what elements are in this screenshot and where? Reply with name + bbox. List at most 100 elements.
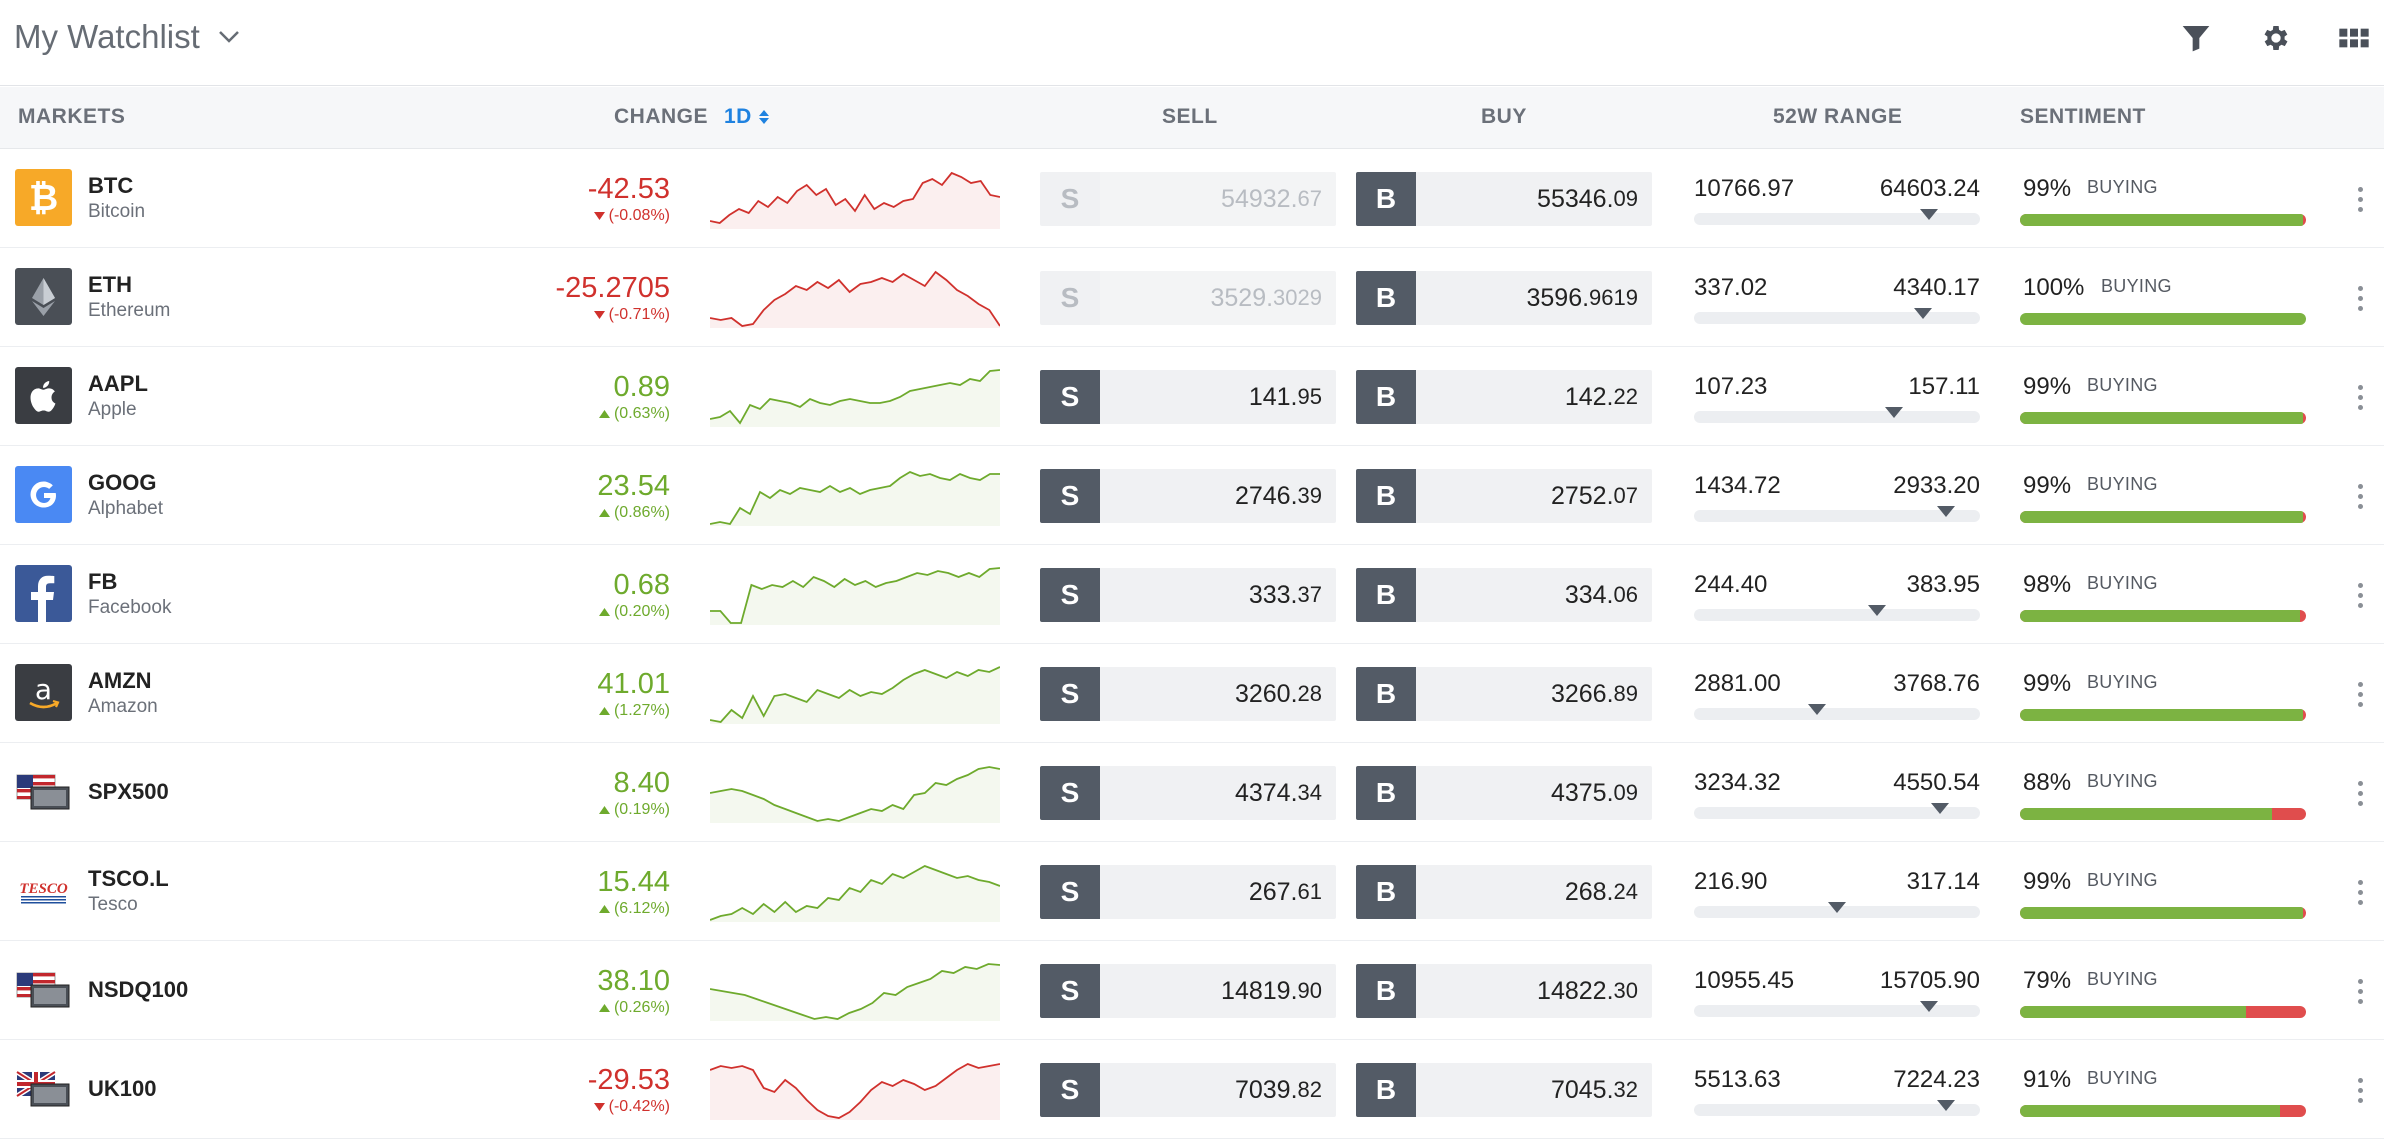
sell-label: S xyxy=(1040,568,1100,622)
buy-button[interactable]: B 7045. 32 xyxy=(1356,1063,1652,1117)
sparkline-area xyxy=(710,272,1000,328)
sell-button[interactable]: S 267. 61 xyxy=(1040,865,1336,919)
table-row[interactable]: ETH Ethereum -25.2705 (-0.71%) S 3529. 30… xyxy=(0,248,2384,347)
filter-icon[interactable] xyxy=(2178,20,2214,56)
sell-button[interactable]: S 4374. 34 xyxy=(1040,766,1336,820)
instrument-symbol[interactable]: SPX500 xyxy=(88,779,169,805)
table-row[interactable]: GOOG Alphabet 23.54 (0.86%) S 2746. 39 B … xyxy=(0,446,2384,545)
col-52w-range[interactable]: 52W RANGE xyxy=(1773,105,1902,129)
grid-icon[interactable] xyxy=(2336,20,2372,56)
buy-button[interactable]: B 2752. 07 xyxy=(1356,469,1652,523)
range-low: 244.40 xyxy=(1694,571,1768,598)
buy-price: 3596. 9619 xyxy=(1416,271,1652,325)
change-cell: 41.01 (1.27%) xyxy=(597,668,670,722)
more-options-icon[interactable] xyxy=(2350,773,2370,813)
arrow-up-icon xyxy=(598,806,610,814)
sparkline-area xyxy=(710,964,1000,1021)
col-sentiment[interactable]: SENTIMENT xyxy=(2020,105,2146,129)
sentiment-bar xyxy=(2020,511,2306,523)
table-row[interactable]: a AMZN Amazon 41.01 (1.27%) S 3260. 28 B … xyxy=(0,644,2384,743)
range-high: 2933.20 xyxy=(1893,472,1980,499)
range-marker xyxy=(1807,704,1826,715)
table-row[interactable]: TESCO TSCO.L Tesco 15.44 (6.12%) S 267. 6… xyxy=(0,842,2384,941)
sell-button[interactable]: S 54932. 67 xyxy=(1040,172,1336,226)
instrument-symbol[interactable]: FB xyxy=(88,569,117,595)
more-options-icon[interactable] xyxy=(2350,872,2370,912)
table-row[interactable]: SPX500 8.40 (0.19%) S 4374. 34 B 4375. 09 … xyxy=(0,743,2384,842)
more-options-icon[interactable] xyxy=(2350,971,2370,1011)
instrument-symbol[interactable]: NSDQ100 xyxy=(88,977,188,1003)
range-low: 1434.72 xyxy=(1694,472,1781,499)
buy-button[interactable]: B 4375. 09 xyxy=(1356,766,1652,820)
col-buy[interactable]: BUY xyxy=(1481,105,1527,129)
more-options-icon[interactable] xyxy=(2350,674,2370,714)
table-row[interactable]: FB Facebook 0.68 (0.20%) S 333. 37 B 334.… xyxy=(0,545,2384,644)
range-high: 7224.23 xyxy=(1893,1066,1980,1093)
sentiment-fill xyxy=(2020,313,2306,325)
instrument-symbol[interactable]: AAPL xyxy=(88,371,148,397)
arrow-up-icon xyxy=(598,707,610,715)
more-options-icon[interactable] xyxy=(2350,278,2370,318)
sell-button[interactable]: S 333. 37 xyxy=(1040,568,1336,622)
instrument-symbol[interactable]: GOOG xyxy=(88,470,156,496)
more-options-icon[interactable] xyxy=(2350,179,2370,219)
more-options-icon[interactable] xyxy=(2350,476,2370,516)
col-markets[interactable]: MARKETS xyxy=(18,105,125,129)
table-row[interactable]: AAPL Apple 0.89 (0.63%) S 141. 95 B 142. 2… xyxy=(0,347,2384,446)
instrument-name: Alphabet xyxy=(88,498,164,519)
range-marker xyxy=(1885,407,1904,418)
instrument-symbol[interactable]: ETH xyxy=(88,272,132,298)
sentiment-fill xyxy=(2020,610,2301,622)
table-row[interactable]: ₿ BTC Bitcoin -42.53 (-0.08%) S 54932. 67… xyxy=(0,149,2384,248)
sell-button[interactable]: S 141. 95 xyxy=(1040,370,1336,424)
table-row[interactable]: UK100 -29.53 (-0.42%) S 7039. 82 B 7045. 3… xyxy=(0,1040,2384,1139)
sparkline-chart xyxy=(710,270,1000,328)
buy-button[interactable]: B 334. 06 xyxy=(1356,568,1652,622)
change-cell: 0.68 (0.20%) xyxy=(598,569,670,623)
sentiment-fill xyxy=(2020,511,2304,523)
buy-button[interactable]: B 14822. 30 xyxy=(1356,964,1652,1018)
sell-button[interactable]: S 14819. 90 xyxy=(1040,964,1336,1018)
table-row[interactable]: NSDQ100 38.10 (0.26%) S 14819. 90 B 14822… xyxy=(0,941,2384,1040)
more-options-icon[interactable] xyxy=(2350,377,2370,417)
change-value: 23.54 xyxy=(597,470,670,502)
sentiment-fill xyxy=(2020,412,2304,424)
range-high: 383.95 xyxy=(1906,571,1980,598)
col-change[interactable]: CHANGE xyxy=(614,105,708,129)
buy-button[interactable]: B 3596. 9619 xyxy=(1356,271,1652,325)
sell-button[interactable]: S 3260. 28 xyxy=(1040,667,1336,721)
buy-button[interactable]: B 3266. 89 xyxy=(1356,667,1652,721)
sentiment-bar xyxy=(2020,313,2306,325)
sell-button[interactable]: S 7039. 82 xyxy=(1040,1063,1336,1117)
sentiment-percent: 100% xyxy=(2023,274,2085,301)
sentiment-label: BUYING xyxy=(2087,375,2158,395)
buy-button[interactable]: B 55346. 09 xyxy=(1356,172,1652,226)
watchlist-title: My Watchlist xyxy=(14,18,200,55)
change-percent: (0.19%) xyxy=(598,799,670,821)
period-selector[interactable]: 1D xyxy=(724,105,770,129)
sort-icon xyxy=(758,110,769,124)
sell-button[interactable]: S 3529. 3029 xyxy=(1040,271,1336,325)
range-bar xyxy=(1694,803,1980,819)
instrument-symbol[interactable]: TSCO.L xyxy=(88,866,169,892)
range-high: 317.14 xyxy=(1906,868,1980,895)
buy-price: 334. 06 xyxy=(1416,568,1652,622)
range-high: 15705.90 xyxy=(1879,967,1980,994)
col-sell[interactable]: SELL xyxy=(1162,105,1218,129)
sentiment-percent: 91% xyxy=(2023,1066,2072,1093)
arrow-down-icon xyxy=(593,212,605,220)
gear-icon[interactable] xyxy=(2258,20,2294,56)
buy-button[interactable]: B 142. 22 xyxy=(1356,370,1652,424)
buy-button[interactable]: B 268. 24 xyxy=(1356,865,1652,919)
amazon-logo-icon: a xyxy=(15,664,72,721)
watchlist-selector[interactable]: My Watchlist xyxy=(14,18,240,56)
more-options-icon[interactable] xyxy=(2350,575,2370,615)
instrument-symbol[interactable]: UK100 xyxy=(88,1076,156,1102)
instrument-symbol[interactable]: BTC xyxy=(88,173,133,199)
sell-button[interactable]: S 2746. 39 xyxy=(1040,469,1336,523)
sentiment-label: BUYING xyxy=(2087,573,2158,593)
sentiment-label: BUYING xyxy=(2087,969,2158,989)
instrument-symbol[interactable]: AMZN xyxy=(88,668,152,694)
more-options-icon[interactable] xyxy=(2350,1070,2370,1110)
range-high: 4340.17 xyxy=(1893,274,1980,301)
